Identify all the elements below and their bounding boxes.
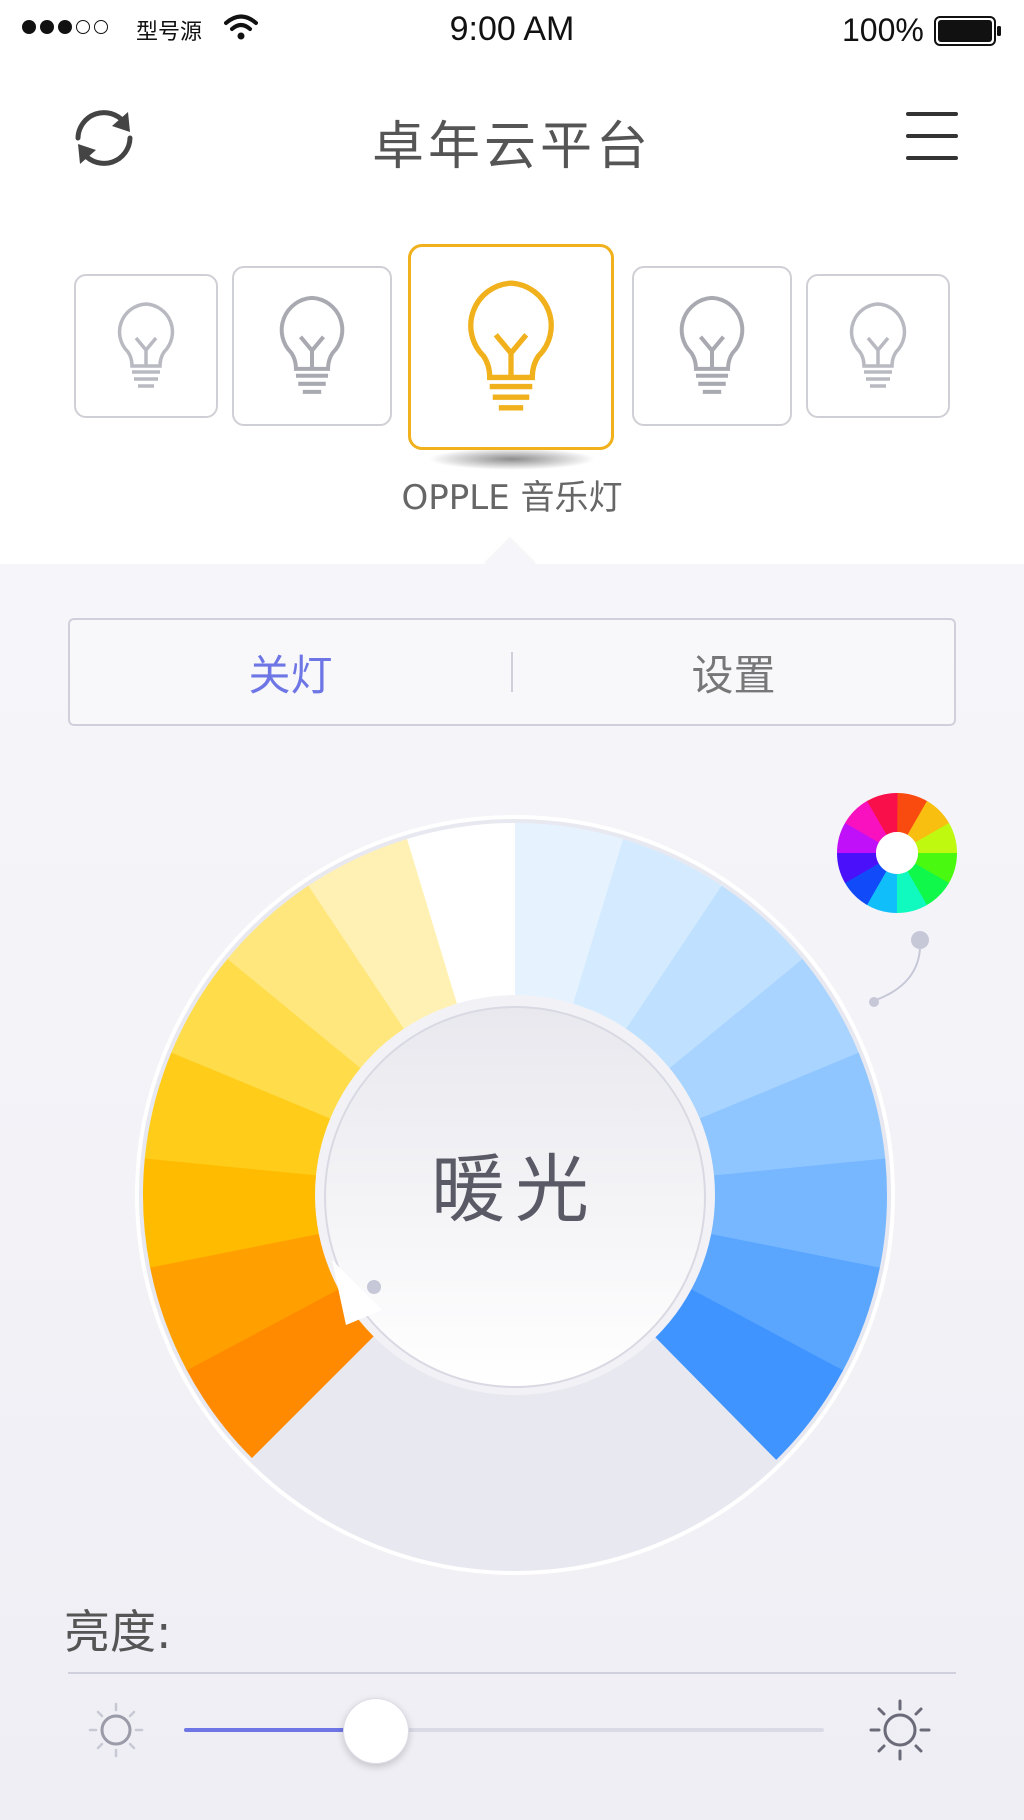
- picker-connector: [869, 931, 929, 1007]
- status-bar: 型号源 9:00 AM 100%: [0, 0, 1024, 60]
- sun-bright-icon: [869, 1699, 931, 1761]
- bulb-icon: [117, 302, 175, 388]
- color-temperature-dial[interactable]: 暖光: [120, 800, 910, 1590]
- selected-device-name: OPPLE 音乐灯: [401, 478, 623, 518]
- device-card-2[interactable]: [232, 266, 392, 426]
- battery-percent: 100%: [842, 12, 924, 48]
- device-card-1[interactable]: [74, 274, 218, 418]
- page-title: 卓年云平台: [371, 117, 652, 177]
- device-card-3-selected[interactable]: [408, 244, 614, 450]
- turn-off-button[interactable]: 关灯: [70, 642, 511, 703]
- divider: [68, 1672, 956, 1674]
- brightness-slider-thumb[interactable]: [343, 1698, 409, 1764]
- device-card-4[interactable]: [632, 266, 792, 426]
- brightness-label: 亮度:: [64, 1605, 172, 1659]
- hamburger-menu-icon[interactable]: [906, 112, 958, 162]
- color-wheel-icon[interactable]: [832, 788, 962, 918]
- device-card-5[interactable]: [806, 274, 950, 418]
- action-segmented-control: 关灯 设置: [68, 618, 956, 726]
- dial-mode-label: 暖光: [431, 1147, 599, 1233]
- sun-dim-icon: [88, 1702, 144, 1758]
- settings-button[interactable]: 设置: [513, 642, 954, 703]
- battery-icon: [934, 16, 1001, 46]
- bulb-icon: [849, 302, 907, 388]
- bulb-icon: [279, 295, 345, 394]
- bulb-icon: [679, 295, 745, 394]
- bulb-icon: [468, 280, 554, 411]
- dial-indicator-dot: [367, 1280, 381, 1294]
- selected-card-shadow: [428, 448, 596, 470]
